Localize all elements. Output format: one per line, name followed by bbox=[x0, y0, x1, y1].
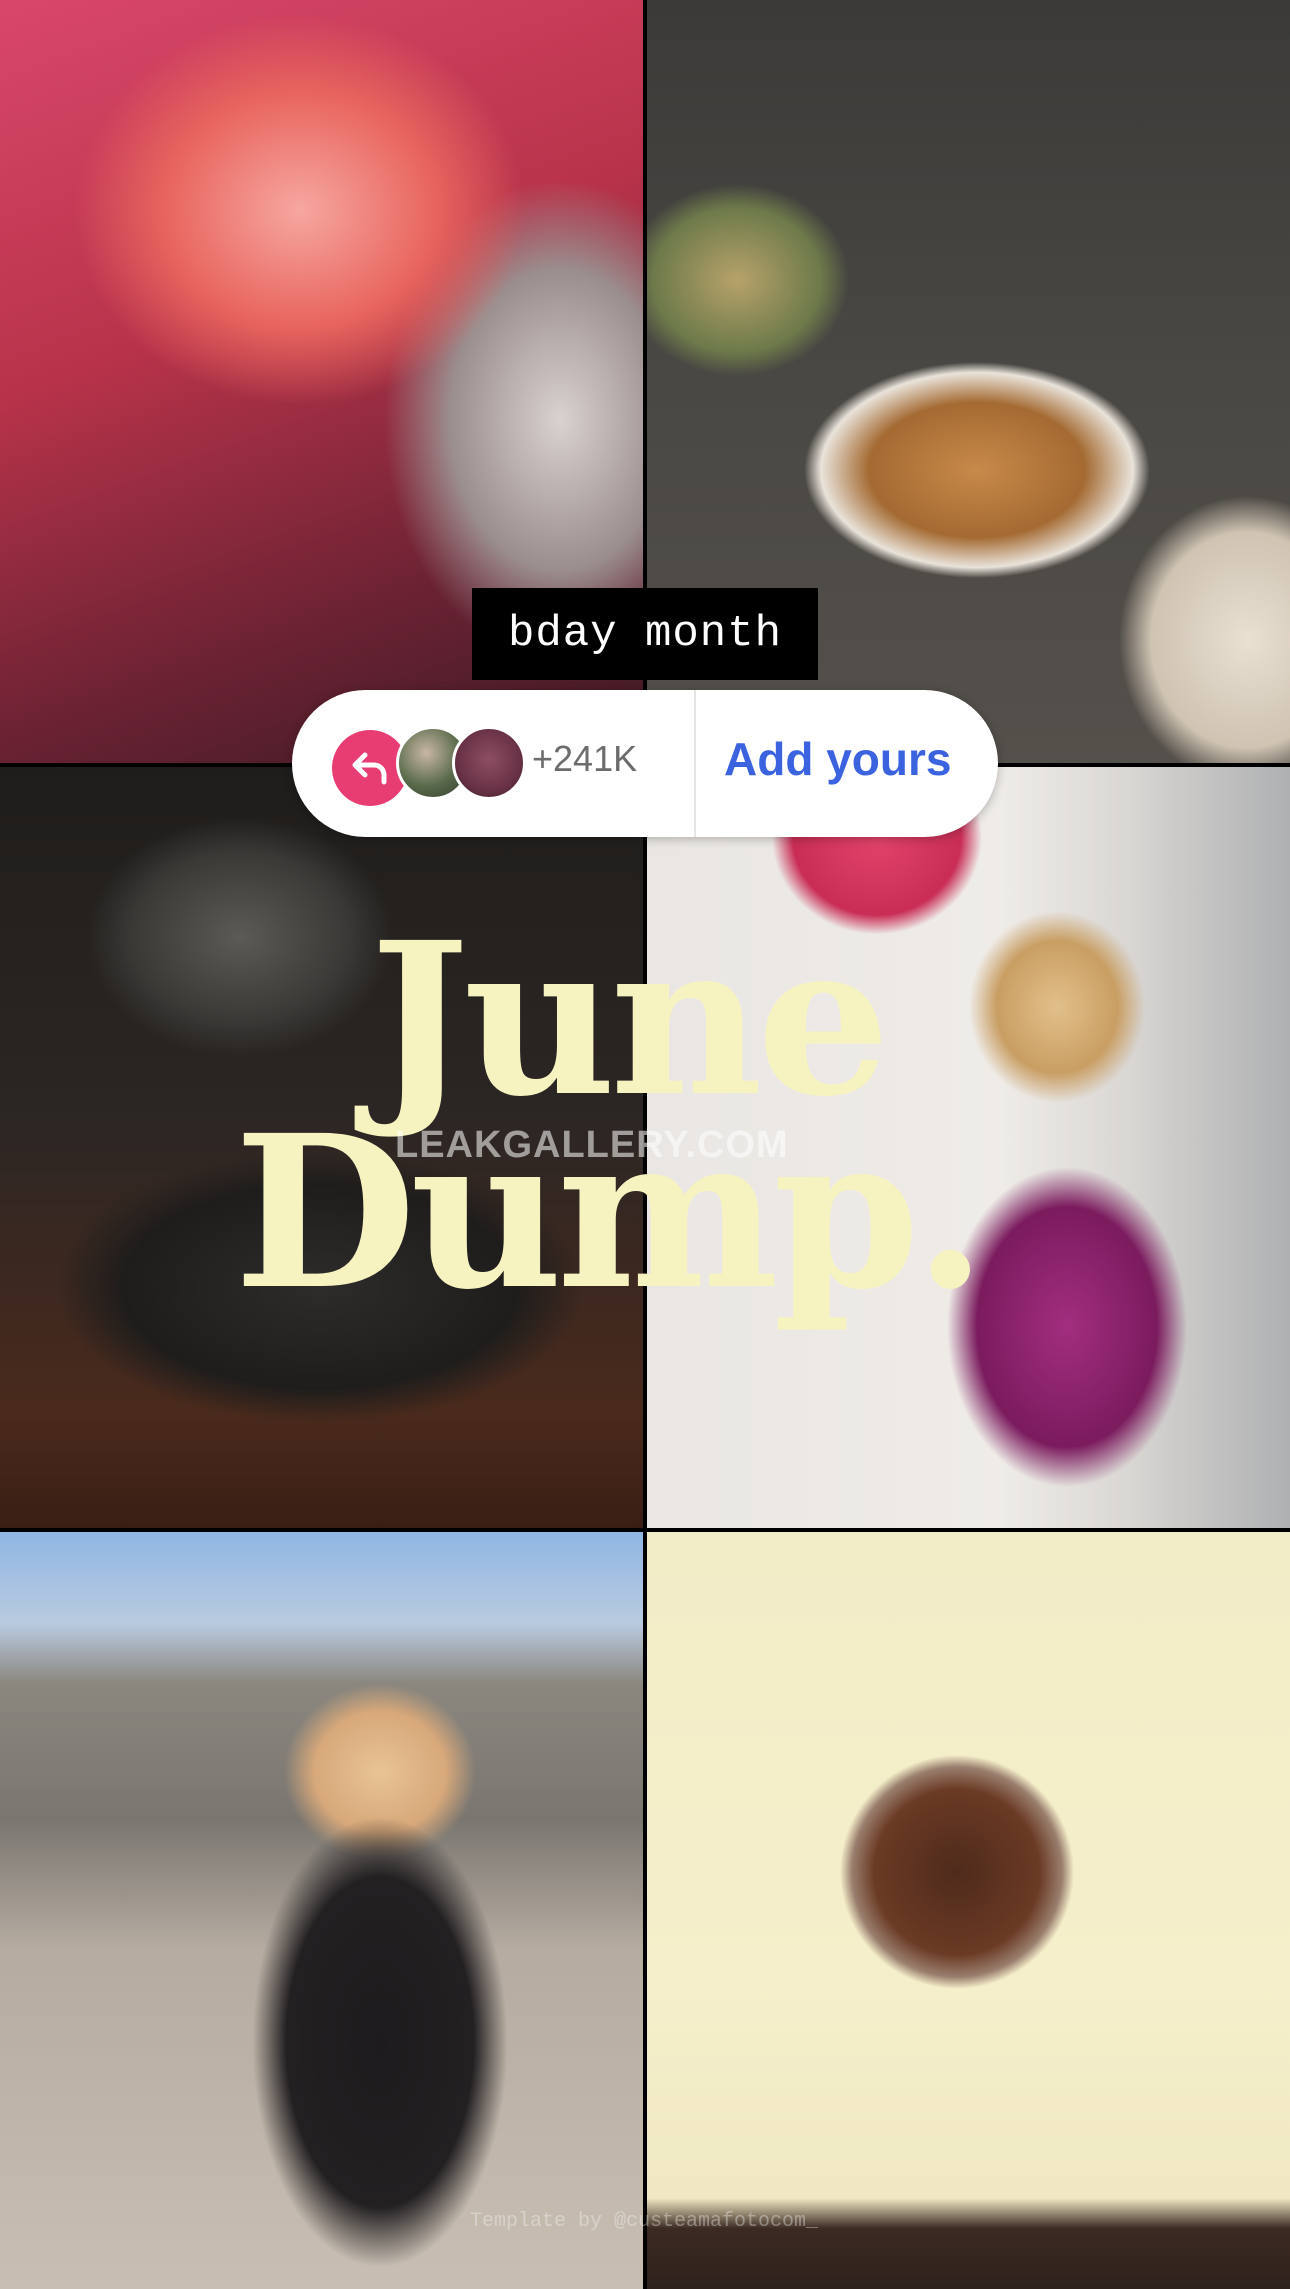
bday-month-text: bday month bbox=[507, 609, 783, 659]
bday-month-label: bday month bbox=[472, 588, 818, 680]
participant-count: +241K bbox=[532, 738, 638, 779]
photo-duomo-selfie bbox=[0, 1532, 643, 2289]
template-credit: Template by @custeamafotocom_ bbox=[470, 2210, 819, 2233]
photo-jar-dessert bbox=[647, 1532, 1290, 2289]
watermark: LEAKGALLERY.COM bbox=[395, 1124, 789, 1166]
sticker-divider bbox=[694, 690, 696, 837]
participant-avatar bbox=[452, 726, 526, 800]
add-yours-sticker[interactable]: +241K Add yours bbox=[292, 690, 998, 837]
add-yours-button[interactable]: Add yours bbox=[724, 732, 951, 786]
